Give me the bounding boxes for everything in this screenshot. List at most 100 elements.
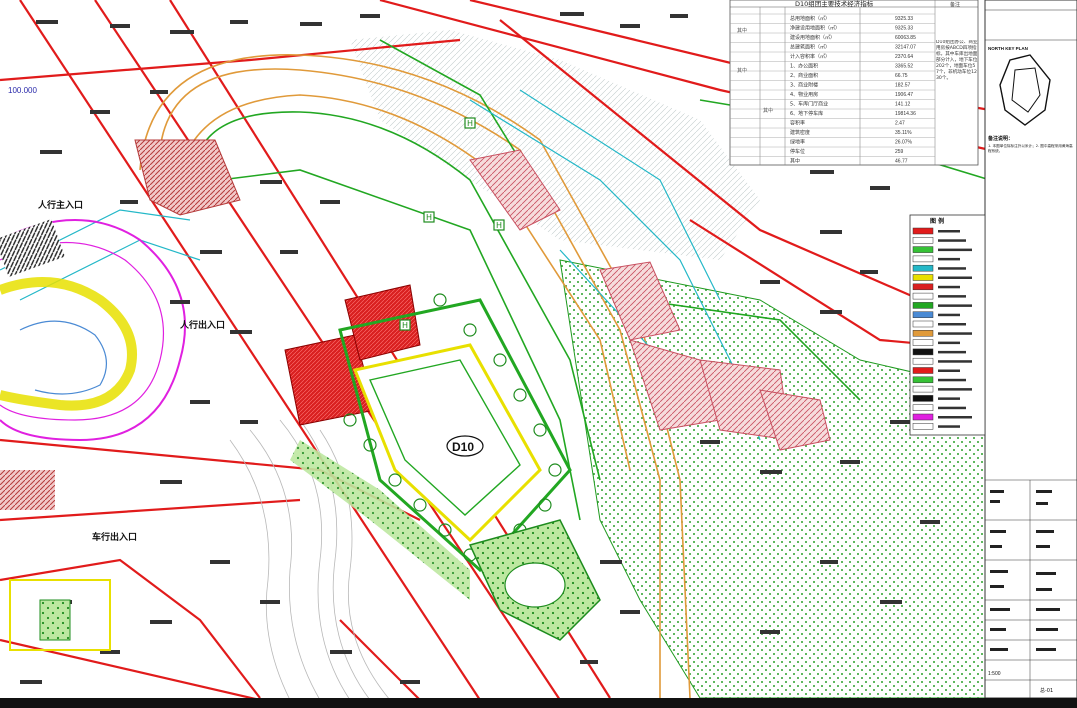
legend-text-mark: [938, 248, 972, 252]
legend-text-mark: [938, 313, 960, 317]
table-row-value: 1906.47: [895, 92, 913, 98]
notes-title: 备注说明：: [987, 135, 1013, 142]
table-row-label: 2、商业面积: [790, 72, 818, 79]
legend-symbol: [912, 385, 934, 393]
legend-text-mark: [938, 295, 966, 298]
table-row-label: 4、物业用房: [790, 91, 818, 98]
cad-site-plan-viewer[interactable]: H H H H 100.000 人行主入口 人行出入口 车行出入口 D10 D1…: [0, 0, 1077, 708]
legend-symbol: [912, 376, 934, 384]
legend-text-mark: [938, 369, 960, 372]
legend-text-mark: [938, 378, 966, 382]
table-row-value: 2.47: [895, 121, 905, 127]
legend-symbol: [912, 311, 934, 318]
legend-text-mark: [938, 397, 960, 400]
table-row-value: 141.12: [895, 102, 911, 108]
legend-text-mark: [938, 360, 972, 363]
table-row-label: 净建设用地面积（㎡）: [790, 25, 840, 32]
table-row-value: 3365.52: [895, 64, 913, 70]
table-row-value: 9325.33: [895, 26, 913, 32]
legend-text-mark: [938, 388, 972, 391]
table-row-value: 66.75: [895, 73, 908, 79]
legend-text-mark: [938, 350, 966, 354]
legend-text-mark: [938, 304, 972, 307]
svg-text:H: H: [496, 221, 502, 230]
table-row-label: 绿地率: [790, 139, 805, 146]
table-row-value: 32147.07: [895, 45, 916, 51]
table-row-value: 19814.36: [895, 111, 916, 117]
legend-symbol: [912, 395, 934, 402]
svg-text:D10: D10: [452, 440, 474, 454]
table-row-label: 计入容积率（㎡）: [790, 53, 830, 60]
svg-text:H: H: [467, 119, 473, 128]
table-row-value: 60063.85: [895, 35, 916, 41]
table-row-label: 总用地面积（㎡）: [790, 15, 830, 22]
legend-text-mark: [938, 267, 966, 270]
table-side-col-3: 其中: [763, 107, 773, 114]
legend-symbol: [912, 227, 934, 235]
legend-text-mark: [938, 323, 966, 326]
d10-block-label: D10: [446, 435, 484, 457]
table-row-label: 建筑密度: [790, 129, 810, 136]
table-row-label: 1、办公面积: [790, 63, 818, 70]
label-vehicle-entry: 车行出入口: [92, 531, 137, 543]
legend-symbol: [912, 413, 934, 421]
legend-text-mark: [938, 230, 960, 233]
stadium-seating-lower: [0, 470, 55, 510]
legend-text-mark: [938, 341, 960, 345]
legend-symbol: [912, 283, 934, 291]
legend-symbol: [912, 274, 934, 281]
title-block-panel: NORTH KEY PLAN 备注说明： 1. 本图单位除标注外以米计；2. 图…: [984, 0, 1077, 699]
legend-text-mark: [938, 239, 966, 242]
detail-green-box: [39, 599, 71, 641]
table-row-label: 容积率: [790, 120, 805, 127]
svg-text:H: H: [402, 321, 408, 330]
table-row-value: 9325.33: [895, 16, 913, 22]
legend-text-mark: [938, 257, 960, 261]
legend-text-mark: [938, 276, 972, 279]
viewport-bottom-edge: [0, 698, 1077, 708]
table-row-value: 46.77: [895, 159, 908, 165]
table-row-label: 总建筑面积（㎡）: [790, 44, 830, 51]
legend-symbol: [912, 320, 934, 328]
table-remark-header: 备注: [950, 1, 960, 8]
table-title: D10组团主要技术经济指标: [795, 0, 874, 8]
north-key-plan-label: NORTH KEY PLAN: [988, 46, 1028, 51]
label-pedestrian-entry: 人行出入口: [179, 319, 225, 331]
table-row-label: 其中: [790, 158, 800, 165]
legend-symbol: [912, 237, 934, 244]
notes-text: 1. 本图单位除标注外以米计；2. 图中高程采用黄海高程系统。: [988, 144, 1073, 153]
table-remark-text: D10组团办公、商业用房按ABCD四项指标，其中车库出地面部分计入，地下车位20…: [936, 40, 978, 81]
legend-symbol: [912, 357, 934, 365]
table-row-label: 停车位: [790, 148, 805, 155]
table-row-label: 建设用地面积（㎡）: [790, 34, 835, 41]
table-row-value: 259: [895, 149, 904, 155]
table-row-label: 6、地下停车库: [790, 110, 823, 117]
table-row-value: 26.07%: [895, 140, 913, 146]
tech-index-table: D10组团主要技术经济指标 备注 其中 其中 其中 总用地面积（㎡） 9325.3…: [729, 0, 979, 166]
site-plan-drawing[interactable]: H H H H 100.000 人行主入口 人行出入口 车行出入口 D10 D1…: [0, 0, 1077, 708]
table-row-value: 2370.64: [895, 54, 913, 60]
legend-panel: 图 例: [909, 214, 986, 436]
legend-symbol: [912, 423, 934, 430]
legend-symbol: [912, 302, 934, 309]
legend-text-mark: [938, 285, 960, 289]
legend-symbol: [912, 246, 934, 253]
label-pedestrian-main: 人行主入口: [37, 199, 83, 211]
legend-title: 图 例: [930, 217, 944, 225]
legend-text-mark: [938, 416, 972, 419]
table-row-label: 5、车库门厅商业: [790, 101, 828, 108]
legend-symbol: [912, 339, 934, 346]
table-side-col-2: 其中: [737, 67, 747, 74]
legend-text-mark: [938, 425, 960, 428]
elev-label-left: 100.000: [8, 86, 37, 95]
scale-label: 1:500: [988, 671, 1001, 677]
legend-symbol: [912, 292, 934, 300]
table-row-value: 182.57: [895, 83, 911, 89]
legend-text-mark: [938, 332, 972, 335]
legend-symbol: [912, 264, 934, 272]
legend-symbol: [912, 404, 934, 411]
legend-symbol: [912, 330, 934, 337]
legend-symbol: [912, 255, 934, 263]
legend-text-mark: [938, 406, 966, 410]
table-row-label: 3、商业附楼: [790, 82, 818, 89]
